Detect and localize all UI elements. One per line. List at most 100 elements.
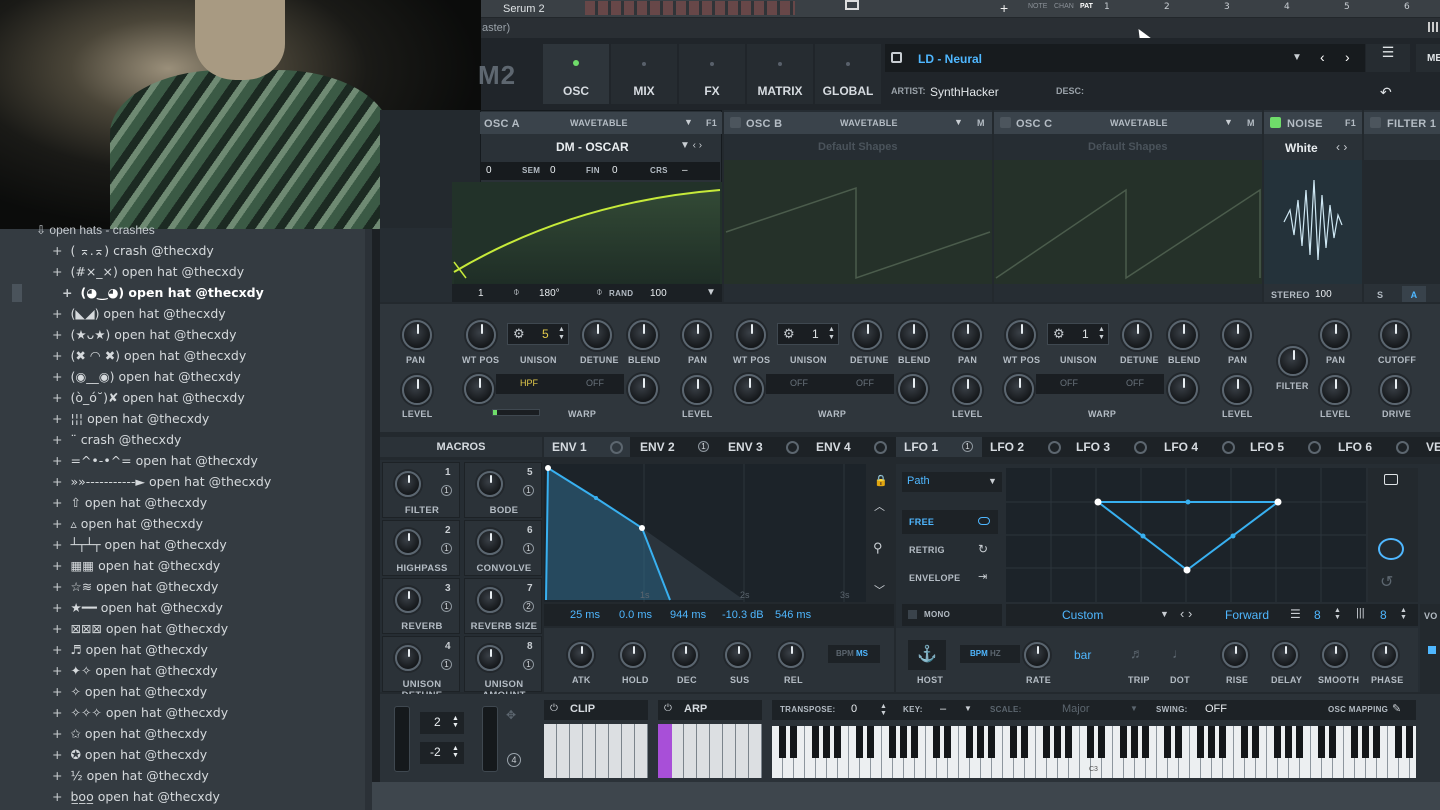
env-sustain-value[interactable]: -10.3 dB <box>722 609 764 621</box>
list-item[interactable]: + ¨ crash @thecxdy <box>52 432 181 447</box>
filter1-s[interactable]: S <box>1377 290 1383 300</box>
mono-toggle[interactable]: MONO <box>902 604 1002 626</box>
macro-knob[interactable] <box>477 471 503 497</box>
env-hold-value[interactable]: 0.0 ms <box>619 609 652 621</box>
browser-scrollbar[interactable] <box>365 229 372 810</box>
noise-filter-knob[interactable] <box>1278 346 1308 376</box>
macro-knob[interactable] <box>395 645 421 671</box>
osc-a-warp1-knob[interactable] <box>464 374 494 404</box>
noise-pan-knob[interactable] <box>1320 320 1350 350</box>
osc-b-m[interactable]: M <box>977 118 985 128</box>
osc-c-warp2-knob[interactable] <box>1168 374 1198 404</box>
list-item[interactable]: + (#×_×) open hat @thecxdy <box>52 264 244 279</box>
undo-icon[interactable]: ↶ <box>1380 84 1392 101</box>
osc-c-wtpos-knob[interactable] <box>1006 320 1036 350</box>
list-item[interactable]: + ▦▦ open hat @thecxdy <box>52 558 220 573</box>
osc-a-phase-num[interactable]: 1 <box>478 288 484 299</box>
list-item[interactable]: + (◉__◉) open hat @thecxdy <box>52 369 241 384</box>
osc-c-table[interactable]: Default Shapes <box>1088 141 1167 153</box>
osc-b-blend-knob[interactable] <box>898 320 928 350</box>
lfo-grid-y[interactable]: 8 <box>1380 608 1387 622</box>
macro-3[interactable]: 2 1 HIGHPASS <box>382 520 460 576</box>
lfo-smooth-knob[interactable] <box>1322 642 1348 668</box>
list-item[interactable]: +( ⌅.⌅) crash @thecxdy <box>52 243 214 258</box>
dropdown-icon[interactable]: ▼ <box>1224 117 1233 127</box>
osc-c-blend-knob[interactable] <box>1168 320 1198 350</box>
osc-a-menu-icon[interactable]: ▼ <box>706 287 716 298</box>
env-release-knob[interactable] <box>778 642 804 668</box>
osc-a-f1[interactable]: F1 <box>706 118 717 128</box>
noise-level-knob[interactable] <box>1320 375 1350 405</box>
lfo-grid-x[interactable]: 8 <box>1314 608 1321 622</box>
lfo-mode-retrig[interactable]: RETRIG ↻ <box>902 540 998 562</box>
list-item[interactable]: + (★ᴗ★) open hat @thecxdy <box>52 327 237 342</box>
macro-knob[interactable] <box>395 471 421 497</box>
list-item[interactable]: + b̲o̲o̲ open hat @thecxdy <box>52 789 220 804</box>
stepper-icon[interactable]: ▲ ▼ <box>1400 607 1407 621</box>
osc-a-table[interactable]: DM - OSCAR <box>556 140 629 154</box>
list-item[interactable]: + ★━━ open hat @thecxdy <box>52 600 223 615</box>
tab-matrix[interactable]: MATRIX <box>747 44 813 104</box>
move-icon[interactable]: ✥ <box>506 708 516 722</box>
pat-label[interactable]: PAT <box>1080 3 1093 10</box>
key-value[interactable]: – <box>940 703 946 715</box>
osc-c-m[interactable]: M <box>1247 118 1255 128</box>
triplet-icon[interactable]: ♬ <box>1130 645 1144 661</box>
filter-cutoff-knob[interactable] <box>1380 320 1410 350</box>
macro-knob[interactable] <box>477 587 503 613</box>
osc-a-pan-knob[interactable] <box>402 320 432 350</box>
dropdown-icon[interactable]: ▼ <box>964 704 972 713</box>
list-item[interactable]: + ✪ open hat @thecxdy <box>52 747 207 762</box>
osc-b-level-knob[interactable] <box>952 375 982 405</box>
lfo-phase-knob[interactable] <box>1372 642 1398 668</box>
env-release-value[interactable]: 546 ms <box>775 609 811 621</box>
macro-4[interactable]: 6 1 CONVOLVE <box>464 520 542 576</box>
host-logo-icon[interactable] <box>845 0 859 10</box>
grid-menu-icon[interactable] <box>1428 22 1438 32</box>
scale-value[interactable]: Major <box>1062 703 1090 715</box>
list-item[interactable]: + (ò_ó˘)✘ open hat @thecxdy <box>52 390 245 405</box>
lfo-mode-select[interactable]: Path ▼ <box>902 472 1002 492</box>
lfo-mode-envelope[interactable]: ENVELOPE ⇥ <box>902 568 998 590</box>
osc-b-table[interactable]: Default Shapes <box>818 141 897 153</box>
mod-tab-env-3[interactable]: ENV 3 <box>720 437 806 457</box>
dropdown-icon[interactable]: ▼ <box>684 117 693 127</box>
zoom-icon[interactable]: ⚲ <box>873 540 883 556</box>
list-item[interactable]: + ▵ open hat @thecxdy <box>52 516 203 531</box>
lfo-shape-display[interactable] <box>1006 468 1366 602</box>
host-sync-button[interactable]: ⚓ <box>908 640 946 670</box>
osc-c-type[interactable]: WAVETABLE <box>1110 118 1168 128</box>
list-item[interactable]: + ✧ open hat @thecxdy <box>52 684 207 699</box>
osc-a-blend-knob[interactable] <box>628 320 658 350</box>
swing-value[interactable]: OFF <box>1205 703 1227 715</box>
table-nav-icon[interactable]: ▼ ‹ › <box>680 140 702 151</box>
macro-knob[interactable] <box>477 529 503 555</box>
export-icon[interactable] <box>1384 474 1398 485</box>
pitch-range-down[interactable]: -2 ▲ ▼ <box>420 742 464 764</box>
pencil-icon[interactable]: ✎ <box>1392 702 1401 715</box>
osc-b-wtpos-knob[interactable] <box>736 320 766 350</box>
osc-a-label[interactable]: OSC A <box>484 118 520 130</box>
osc-a-wavetable-display[interactable] <box>452 182 722 284</box>
pitch-range-up[interactable]: 2 ▲ ▼ <box>420 712 464 734</box>
osc-a-sem[interactable]: 0 <box>550 165 556 176</box>
osc-b-wavetable-display[interactable] <box>724 160 992 284</box>
noise-label[interactable]: NOISE <box>1287 118 1323 130</box>
osc-a-type[interactable]: WAVETABLE <box>570 118 628 128</box>
osc-b-unison-box[interactable]: ⚙ 1 ▲ ▼ <box>777 323 839 345</box>
list-item[interactable]: + ✦✧ open hat @thecxdy <box>52 663 218 678</box>
mod-tab-env-2[interactable]: ENV 21 <box>632 437 718 457</box>
dropdown-icon[interactable]: ▼ <box>954 117 963 127</box>
voice-indicator[interactable] <box>1428 646 1436 654</box>
filter1-toggle[interactable] <box>1370 117 1381 128</box>
macro-6[interactable]: 7 2 REVERB SIZE <box>464 578 542 634</box>
osc-b-toggle[interactable] <box>730 117 741 128</box>
browser-folder[interactable]: ⇩ open hats - crashes <box>36 223 155 237</box>
osc-a-oct[interactable]: 0 <box>486 165 492 176</box>
list-item[interactable]: + ½ open hat @thecxdy <box>52 768 209 783</box>
lfo-rise-knob[interactable] <box>1222 642 1248 668</box>
add-pattern-button[interactable]: + <box>1000 0 1008 16</box>
osc-b-pan-knob[interactable] <box>952 320 982 350</box>
osc-a-fin[interactable]: 0 <box>612 165 618 176</box>
list-item[interactable]: + =^•-•^= open hat @thecxdy <box>52 453 258 468</box>
